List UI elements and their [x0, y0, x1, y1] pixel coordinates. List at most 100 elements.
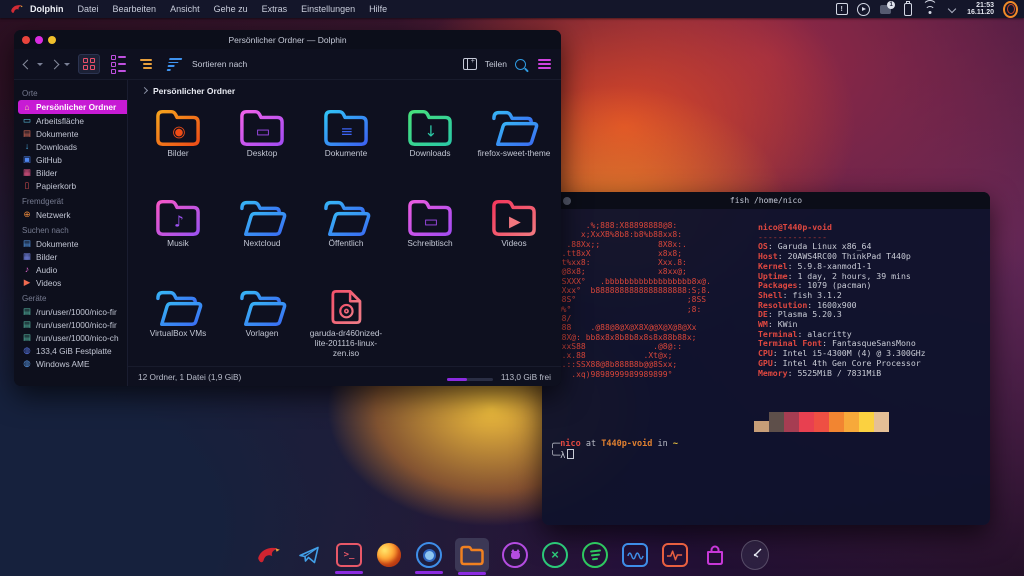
sidebar-item[interactable]: ▦ Bilder	[14, 250, 127, 263]
sidebar-item-icon: ▶	[22, 278, 32, 287]
dock-file-manager-button[interactable]	[455, 538, 489, 572]
sidebar-item-icon: ▯	[22, 181, 32, 190]
app-launcher-icon[interactable]	[1003, 2, 1018, 17]
file-item[interactable]: Vorlagen	[221, 285, 303, 366]
sidebar-item[interactable]: ◍ Windows AME	[14, 357, 127, 370]
file-item[interactable]: ◉ garuda-dr460nized-lite-201116-l	[305, 285, 387, 366]
back-button[interactable]	[24, 60, 32, 68]
svg-text:▭: ▭	[424, 213, 438, 231]
file-item[interactable]: Öffentlich	[305, 195, 387, 285]
tray-expand-chevron-icon[interactable]	[945, 3, 958, 16]
file-item[interactable]: ▭ Desktop	[221, 105, 303, 195]
file-item[interactable]: ↓ Downloads	[389, 105, 471, 195]
dock-system-monitor-button[interactable]	[661, 539, 689, 571]
sort-label[interactable]: Sortieren nach	[192, 59, 247, 69]
menubar-item[interactable]: Extras	[262, 4, 288, 14]
sidebar-item[interactable]: ▤ /run/user/1000/nico-ch	[14, 331, 127, 344]
terminal-content[interactable]: .%;888:X88898888@8: x;XxXB%8b8:b8%b88xx8…	[542, 209, 990, 525]
dock-firefox-button[interactable]	[375, 539, 403, 571]
forward-button[interactable]	[51, 60, 59, 68]
sidebar-item[interactable]: ▤ Dokumente	[14, 127, 127, 140]
terminal-window-button-icon[interactable]	[563, 197, 571, 205]
menubar-item[interactable]: Ansicht	[170, 4, 200, 14]
hamburger-menu-icon[interactable]	[538, 59, 551, 70]
file-item[interactable]: ≡ Dokumente	[305, 105, 387, 195]
file-item[interactable]: ♪ Musik	[137, 195, 219, 285]
sidebar-item[interactable]: ▭ Arbeitsfläche	[14, 114, 127, 127]
forward-history-dropdown-icon[interactable]	[64, 63, 70, 66]
dock-software-center-button[interactable]	[701, 539, 729, 571]
icon-size-slider[interactable]	[447, 378, 493, 381]
breadcrumb[interactable]: Persönlicher Ordner	[128, 80, 561, 99]
file-item[interactable]: ▭ Schreibtisch	[389, 195, 471, 285]
minimize-window-icon[interactable]	[35, 36, 43, 44]
sidebar-item[interactable]: ▣ GitHub	[14, 153, 127, 166]
palette-block	[769, 412, 784, 432]
sidebar-item[interactable]: ▤ /run/user/1000/nico-fir	[14, 318, 127, 331]
dock-github-button[interactable]	[501, 539, 529, 571]
analog-clock-icon	[741, 540, 769, 570]
dock-xdm-button[interactable]: ×	[541, 539, 569, 571]
menubar-item[interactable]: Bearbeiten	[113, 4, 157, 14]
file-item[interactable]: firefox-sweet-theme	[473, 105, 555, 195]
menubar-item[interactable]: Einstellungen	[301, 4, 355, 14]
dock-clock-widget[interactable]	[741, 539, 769, 571]
menubar-item[interactable]: Hilfe	[369, 4, 387, 14]
dock-garuda-menu-button[interactable]	[255, 539, 283, 571]
sidebar-item[interactable]: ◍ 133,4 GiB Festplatte	[14, 344, 127, 357]
sidebar-item[interactable]: ⊕ Netzwerk	[14, 208, 127, 221]
updates-icon[interactable]: 1	[879, 3, 892, 16]
sidebar-item[interactable]: ▤ Dokumente	[14, 237, 127, 250]
sidebar-item[interactable]: ⌂ Persönlicher Ordner	[18, 100, 127, 114]
neofetch-ascii-logo: .%;888:X88898888@8: x;XxXB%8b8:b8%b88xx8…	[552, 221, 711, 379]
wave-icon	[622, 543, 648, 567]
menubar-item[interactable]: Datei	[78, 4, 99, 14]
dolphin-sidebar: Orte ⌂ Persönlicher Ordner ▭ Arbeitsfläc…	[14, 80, 128, 386]
terminal-window[interactable]: fish /home/nico .%;888:X88898888@8: x;Xx…	[542, 192, 990, 525]
sidebar-item[interactable]: ▯ Papierkorb	[14, 179, 127, 192]
sidebar-item-icon: ⊕	[22, 210, 32, 219]
file-item[interactable]: VirtualBox VMs	[137, 285, 219, 366]
menubar-item[interactable]: Gehe zu	[214, 4, 248, 14]
close-window-icon[interactable]	[22, 36, 30, 44]
usb-device-icon[interactable]	[901, 3, 914, 16]
dolphin-window[interactable]: Persönlicher Ordner — Dolphin Sortieren …	[14, 30, 561, 386]
sidebar-item[interactable]: ▤ /run/user/1000/nico-fir	[14, 305, 127, 318]
sidebar-item-label: Windows AME	[36, 359, 89, 369]
file-item[interactable]: Nextcloud	[221, 195, 303, 285]
maximize-window-icon[interactable]	[48, 36, 56, 44]
clock[interactable]: 21:53 16.11.20	[967, 2, 994, 17]
sidebar-item[interactable]: ▶ Videos	[14, 276, 127, 289]
media-player-icon[interactable]	[857, 3, 870, 16]
sidebar-item-label: GitHub	[36, 155, 62, 165]
file-item-label: Dokumente	[325, 149, 367, 159]
details-view-button[interactable]	[136, 55, 156, 73]
pulse-icon	[662, 543, 688, 567]
notifications-icon[interactable]: !	[835, 3, 848, 16]
sidebar-item-icon: ◍	[22, 346, 32, 355]
split-view-icon[interactable]	[463, 58, 477, 70]
sidebar-item[interactable]: ♪ Audio	[14, 263, 127, 276]
back-history-dropdown-icon[interactable]	[37, 63, 43, 66]
sidebar-item[interactable]: ↓ Downloads	[14, 140, 127, 153]
sidebar-item-label: Dokumente	[36, 239, 78, 249]
dock-spotify-button[interactable]	[581, 539, 609, 571]
split-label[interactable]: Teilen	[485, 59, 507, 69]
file-item-label: Desktop	[247, 149, 277, 159]
dock-terminal-button[interactable]: >_	[335, 539, 363, 571]
file-item[interactable]: ◉ Bilder	[137, 105, 219, 195]
file-item[interactable]: ▶ Videos	[473, 195, 555, 285]
sidebar-item[interactable]: ▦ Bilder	[14, 166, 127, 179]
dock-telegram-button[interactable]	[295, 539, 323, 571]
search-icon[interactable]	[515, 59, 526, 70]
terminal-titlebar[interactable]: fish /home/nico	[542, 192, 990, 209]
breadcrumb-label[interactable]: Persönlicher Ordner	[153, 86, 235, 96]
icon-view-button[interactable]	[78, 54, 100, 74]
dock-chromium-button[interactable]	[415, 539, 443, 571]
file-item-label: Öffentlich	[329, 239, 364, 249]
dolphin-titlebar[interactable]: Persönlicher Ordner — Dolphin	[14, 30, 561, 49]
dock-wave-visualizer-button[interactable]	[621, 539, 649, 571]
wifi-icon[interactable]	[923, 3, 936, 16]
compact-view-button[interactable]	[108, 55, 128, 73]
sort-button[interactable]	[164, 55, 184, 73]
